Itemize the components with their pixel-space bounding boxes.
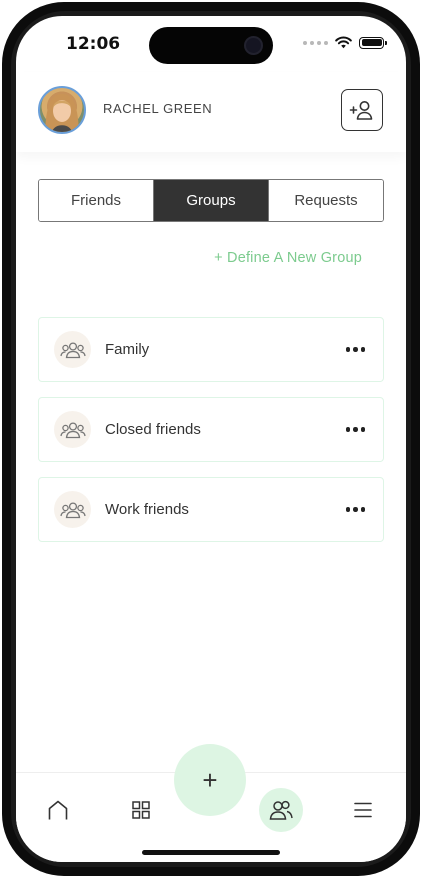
more-options-icon[interactable] bbox=[345, 347, 365, 352]
status-time: 12:06 bbox=[66, 34, 121, 54]
add-friend-button[interactable] bbox=[341, 89, 383, 131]
camera-icon bbox=[244, 36, 263, 55]
group-item-work-friends[interactable]: Work friends bbox=[38, 477, 384, 542]
home-indicator bbox=[142, 850, 280, 855]
tab-groups[interactable]: Groups bbox=[154, 180, 269, 221]
status-icons bbox=[303, 36, 387, 49]
group-item-family[interactable]: Family bbox=[38, 317, 384, 382]
avatar-photo bbox=[45, 94, 79, 132]
add-user-icon bbox=[349, 101, 373, 120]
group-icon bbox=[54, 491, 91, 528]
group-icon bbox=[54, 411, 91, 448]
group-name: Family bbox=[105, 341, 150, 358]
wifi-icon bbox=[335, 36, 352, 49]
signal-icon bbox=[303, 40, 328, 45]
profile-header: RACHEL GREEN bbox=[16, 72, 406, 152]
tab-bar: Friends Groups Requests bbox=[38, 179, 384, 222]
group-name: Work friends bbox=[105, 501, 189, 518]
menu-icon[interactable] bbox=[349, 796, 377, 824]
dynamic-island bbox=[149, 27, 273, 64]
grid-icon[interactable] bbox=[127, 796, 155, 824]
app-screen: 12:06 RACHEL GREEN Friends Groups Reques… bbox=[16, 16, 406, 862]
tab-requests[interactable]: Requests bbox=[269, 180, 383, 221]
tab-friends[interactable]: Friends bbox=[39, 180, 154, 221]
user-name: RACHEL GREEN bbox=[103, 101, 213, 116]
add-button[interactable]: + bbox=[174, 744, 246, 816]
define-new-group-link[interactable]: + Define A New Group bbox=[214, 250, 362, 266]
home-icon[interactable] bbox=[44, 796, 72, 824]
more-options-icon[interactable] bbox=[345, 427, 365, 432]
group-icon bbox=[54, 331, 91, 368]
group-item-closed-friends[interactable]: Closed friends bbox=[38, 397, 384, 462]
more-options-icon[interactable] bbox=[345, 507, 365, 512]
avatar[interactable] bbox=[38, 86, 86, 134]
battery-icon bbox=[359, 36, 387, 49]
friends-icon[interactable] bbox=[259, 788, 303, 832]
group-name: Closed friends bbox=[105, 421, 201, 438]
